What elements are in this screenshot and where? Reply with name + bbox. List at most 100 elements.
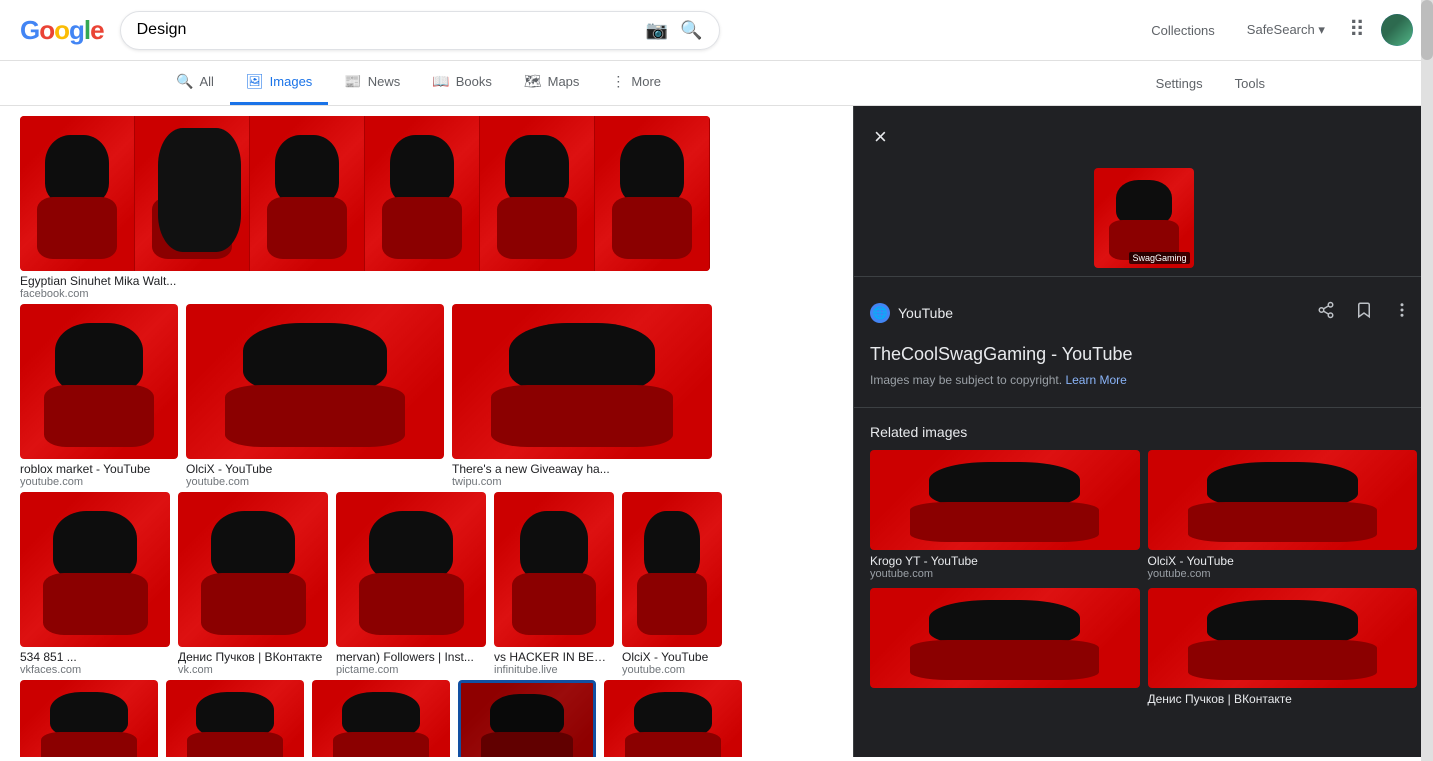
image-source-r3-5: youtube.com <box>622 664 722 676</box>
google-logo[interactable]: Google <box>20 15 104 46</box>
avatar[interactable] <box>1381 14 1413 46</box>
tab-images-label: Images <box>270 74 313 89</box>
image-card-r3-5[interactable]: OlciX - YouTube youtube.com <box>622 492 722 676</box>
related-img-2 <box>1148 450 1418 550</box>
image-label-r3-5: OlciX - YouTube <box>622 650 722 664</box>
image-thumb-r3-5 <box>622 492 722 647</box>
image-thumb-r3-3 <box>336 492 486 647</box>
panel-divider-1 <box>854 276 1433 277</box>
settings-button[interactable]: Settings <box>1148 64 1211 103</box>
image-thumb-r4-3 <box>312 680 450 757</box>
related-title: Related images <box>870 424 1417 440</box>
image-card-r2-1[interactable]: roblox market - YouTube youtube.com <box>20 304 178 488</box>
tab-all[interactable]: 🔍 All <box>160 61 230 105</box>
learn-more-link[interactable]: Learn More <box>1065 373 1126 387</box>
image-label-r3-2: Денис Пучков | ВКонтакте <box>178 650 328 664</box>
related-label-2: OlciX - YouTube <box>1148 554 1418 568</box>
image-card-r3-2[interactable]: Денис Пучков | ВКонтакте vk.com <box>178 492 328 676</box>
tab-all-label: All <box>199 74 213 89</box>
image-label-r3-3: mervan) Followers | Inst... <box>336 650 486 664</box>
camera-search-icon[interactable]: 📷 <box>646 20 668 41</box>
more-icon: ⋮ <box>611 73 625 90</box>
image-label-r2-1: roblox market - YouTube <box>20 462 178 476</box>
image-source-r1-1: facebook.com <box>20 288 710 300</box>
panel-source: 🌐 YouTube <box>854 285 1433 340</box>
image-thumb-r2-2 <box>186 304 444 459</box>
panel-title: TheCoolSwagGaming - YouTube <box>854 340 1433 373</box>
image-card-r3-1[interactable]: 534 851 ... vkfaces.com <box>20 492 170 676</box>
search-input[interactable]: Design <box>137 21 636 39</box>
right-panel: × SwagGaming 🌐 YouTube <box>853 106 1433 757</box>
image-label-r3-4: vs HACKER IN BEE SW... <box>494 650 614 664</box>
image-card-r4-1[interactable]: barBOSSIK - YouTube youtube.com <box>20 680 158 757</box>
image-source-r2-3: twipu.com <box>452 476 712 488</box>
image-card-r4-4[interactable]: TheCoolSwagGaming - ... youtube.com <box>458 680 596 757</box>
share-button[interactable] <box>1311 295 1341 330</box>
related-card-4[interactable]: Денис Пучков | ВКонтакте <box>1148 588 1418 706</box>
image-card-r3-3[interactable]: mervan) Followers | Inst... pictame.com <box>336 492 486 676</box>
image-card-r4-2[interactable]: Roblox OXlord - YouTube youtube.com <box>166 680 304 757</box>
close-button[interactable]: × <box>870 120 891 154</box>
tab-books-label: Books <box>456 74 492 89</box>
image-thumb-r1-1 <box>20 116 710 271</box>
all-icon: 🔍 <box>176 73 193 90</box>
related-source-1: youtube.com <box>870 568 1140 580</box>
search-bar: Design 📷 🔍 <box>120 11 720 50</box>
related-grid: Krogo YT - YouTube youtube.com OlciX - Y… <box>870 450 1417 706</box>
search-submit-icon[interactable]: 🔍 <box>680 20 702 41</box>
related-img-1 <box>870 450 1140 550</box>
header: Google Design 📷 🔍 Collections SafeSearch… <box>0 0 1433 61</box>
tab-images[interactable]: 🖼 Images <box>230 61 328 105</box>
image-source-r3-2: vk.com <box>178 664 328 676</box>
save-button[interactable] <box>1349 295 1379 330</box>
related-label-1: Krogo YT - YouTube <box>870 554 1140 568</box>
nav-tabs: 🔍 All 🖼 Images 📰 News 📖 Books 🗺 Maps ⋮ M… <box>0 61 1433 106</box>
safesearch-button[interactable]: SafeSearch ▾ <box>1239 10 1333 50</box>
search-icons: 📷 🔍 <box>646 20 703 41</box>
related-img-4 <box>1148 588 1418 688</box>
maps-icon: 🗺 <box>524 73 542 90</box>
image-row-4: barBOSSIK - YouTube youtube.com Roblox O… <box>20 680 833 757</box>
main-container: Egyptian Sinuhet Mika Walt... facebook.c… <box>0 106 1433 757</box>
tab-books[interactable]: 📖 Books <box>416 61 508 105</box>
tab-news-label: News <box>368 74 401 89</box>
panel-copyright: Images may be subject to copyright. Lear… <box>854 373 1433 399</box>
more-options-button[interactable] <box>1387 295 1417 330</box>
tools-button[interactable]: Tools <box>1227 64 1273 103</box>
apps-icon[interactable]: ⠿ <box>1349 17 1365 43</box>
copyright-text: Images may be subject to copyright. <box>870 373 1062 387</box>
image-label-r2-2: OlciX - YouTube <box>186 462 444 476</box>
related-label-4: Денис Пучков | ВКонтакте <box>1148 692 1418 706</box>
related-section: Related images Krogo YT - YouTube youtub… <box>854 416 1433 714</box>
tab-news[interactable]: 📰 News <box>328 61 416 105</box>
image-thumb-r3-2 <box>178 492 328 647</box>
image-thumb-r4-1 <box>20 680 158 757</box>
panel-header: × <box>854 106 1433 168</box>
related-card-3[interactable] <box>870 588 1140 706</box>
tab-maps[interactable]: 🗺 Maps <box>508 61 596 105</box>
related-card-2[interactable]: OlciX - YouTube youtube.com <box>1148 450 1418 580</box>
image-card-r4-5[interactable]: Blue Branch - YouTube youtube.com <box>604 680 742 757</box>
source-globe-icon: 🌐 <box>870 303 890 323</box>
avatar-image <box>1381 14 1413 46</box>
image-card-r3-4[interactable]: vs HACKER IN BEE SW... infinitube.live <box>494 492 614 676</box>
related-img-3 <box>870 588 1140 688</box>
related-card-1[interactable]: Krogo YT - YouTube youtube.com <box>870 450 1140 580</box>
image-card-r1-1[interactable]: Egyptian Sinuhet Mika Walt... facebook.c… <box>20 116 710 300</box>
image-card-r2-3[interactable]: There's a new Giveaway ha... twipu.com <box>452 304 712 488</box>
image-source-r2-2: youtube.com <box>186 476 444 488</box>
image-card-r4-3[interactable]: Yabancı Şarkı - YouTube youtube.com <box>312 680 450 757</box>
related-source-2: youtube.com <box>1148 568 1418 580</box>
image-card-r2-2[interactable]: OlciX - YouTube youtube.com <box>186 304 444 488</box>
collections-button[interactable]: Collections <box>1143 11 1223 50</box>
panel-image-watermark: SwagGaming <box>1129 252 1189 264</box>
source-left: 🌐 YouTube <box>870 303 953 323</box>
tab-more[interactable]: ⋮ More <box>595 61 677 105</box>
scrollbar[interactable] <box>1421 106 1433 757</box>
image-thumb-r3-1 <box>20 492 170 647</box>
image-source-r2-1: youtube.com <box>20 476 178 488</box>
tab-maps-label: Maps <box>548 74 580 89</box>
image-grid: Egyptian Sinuhet Mika Walt... facebook.c… <box>0 106 853 757</box>
images-icon: 🖼 <box>246 73 264 90</box>
nav-right: Settings Tools <box>1148 64 1273 103</box>
